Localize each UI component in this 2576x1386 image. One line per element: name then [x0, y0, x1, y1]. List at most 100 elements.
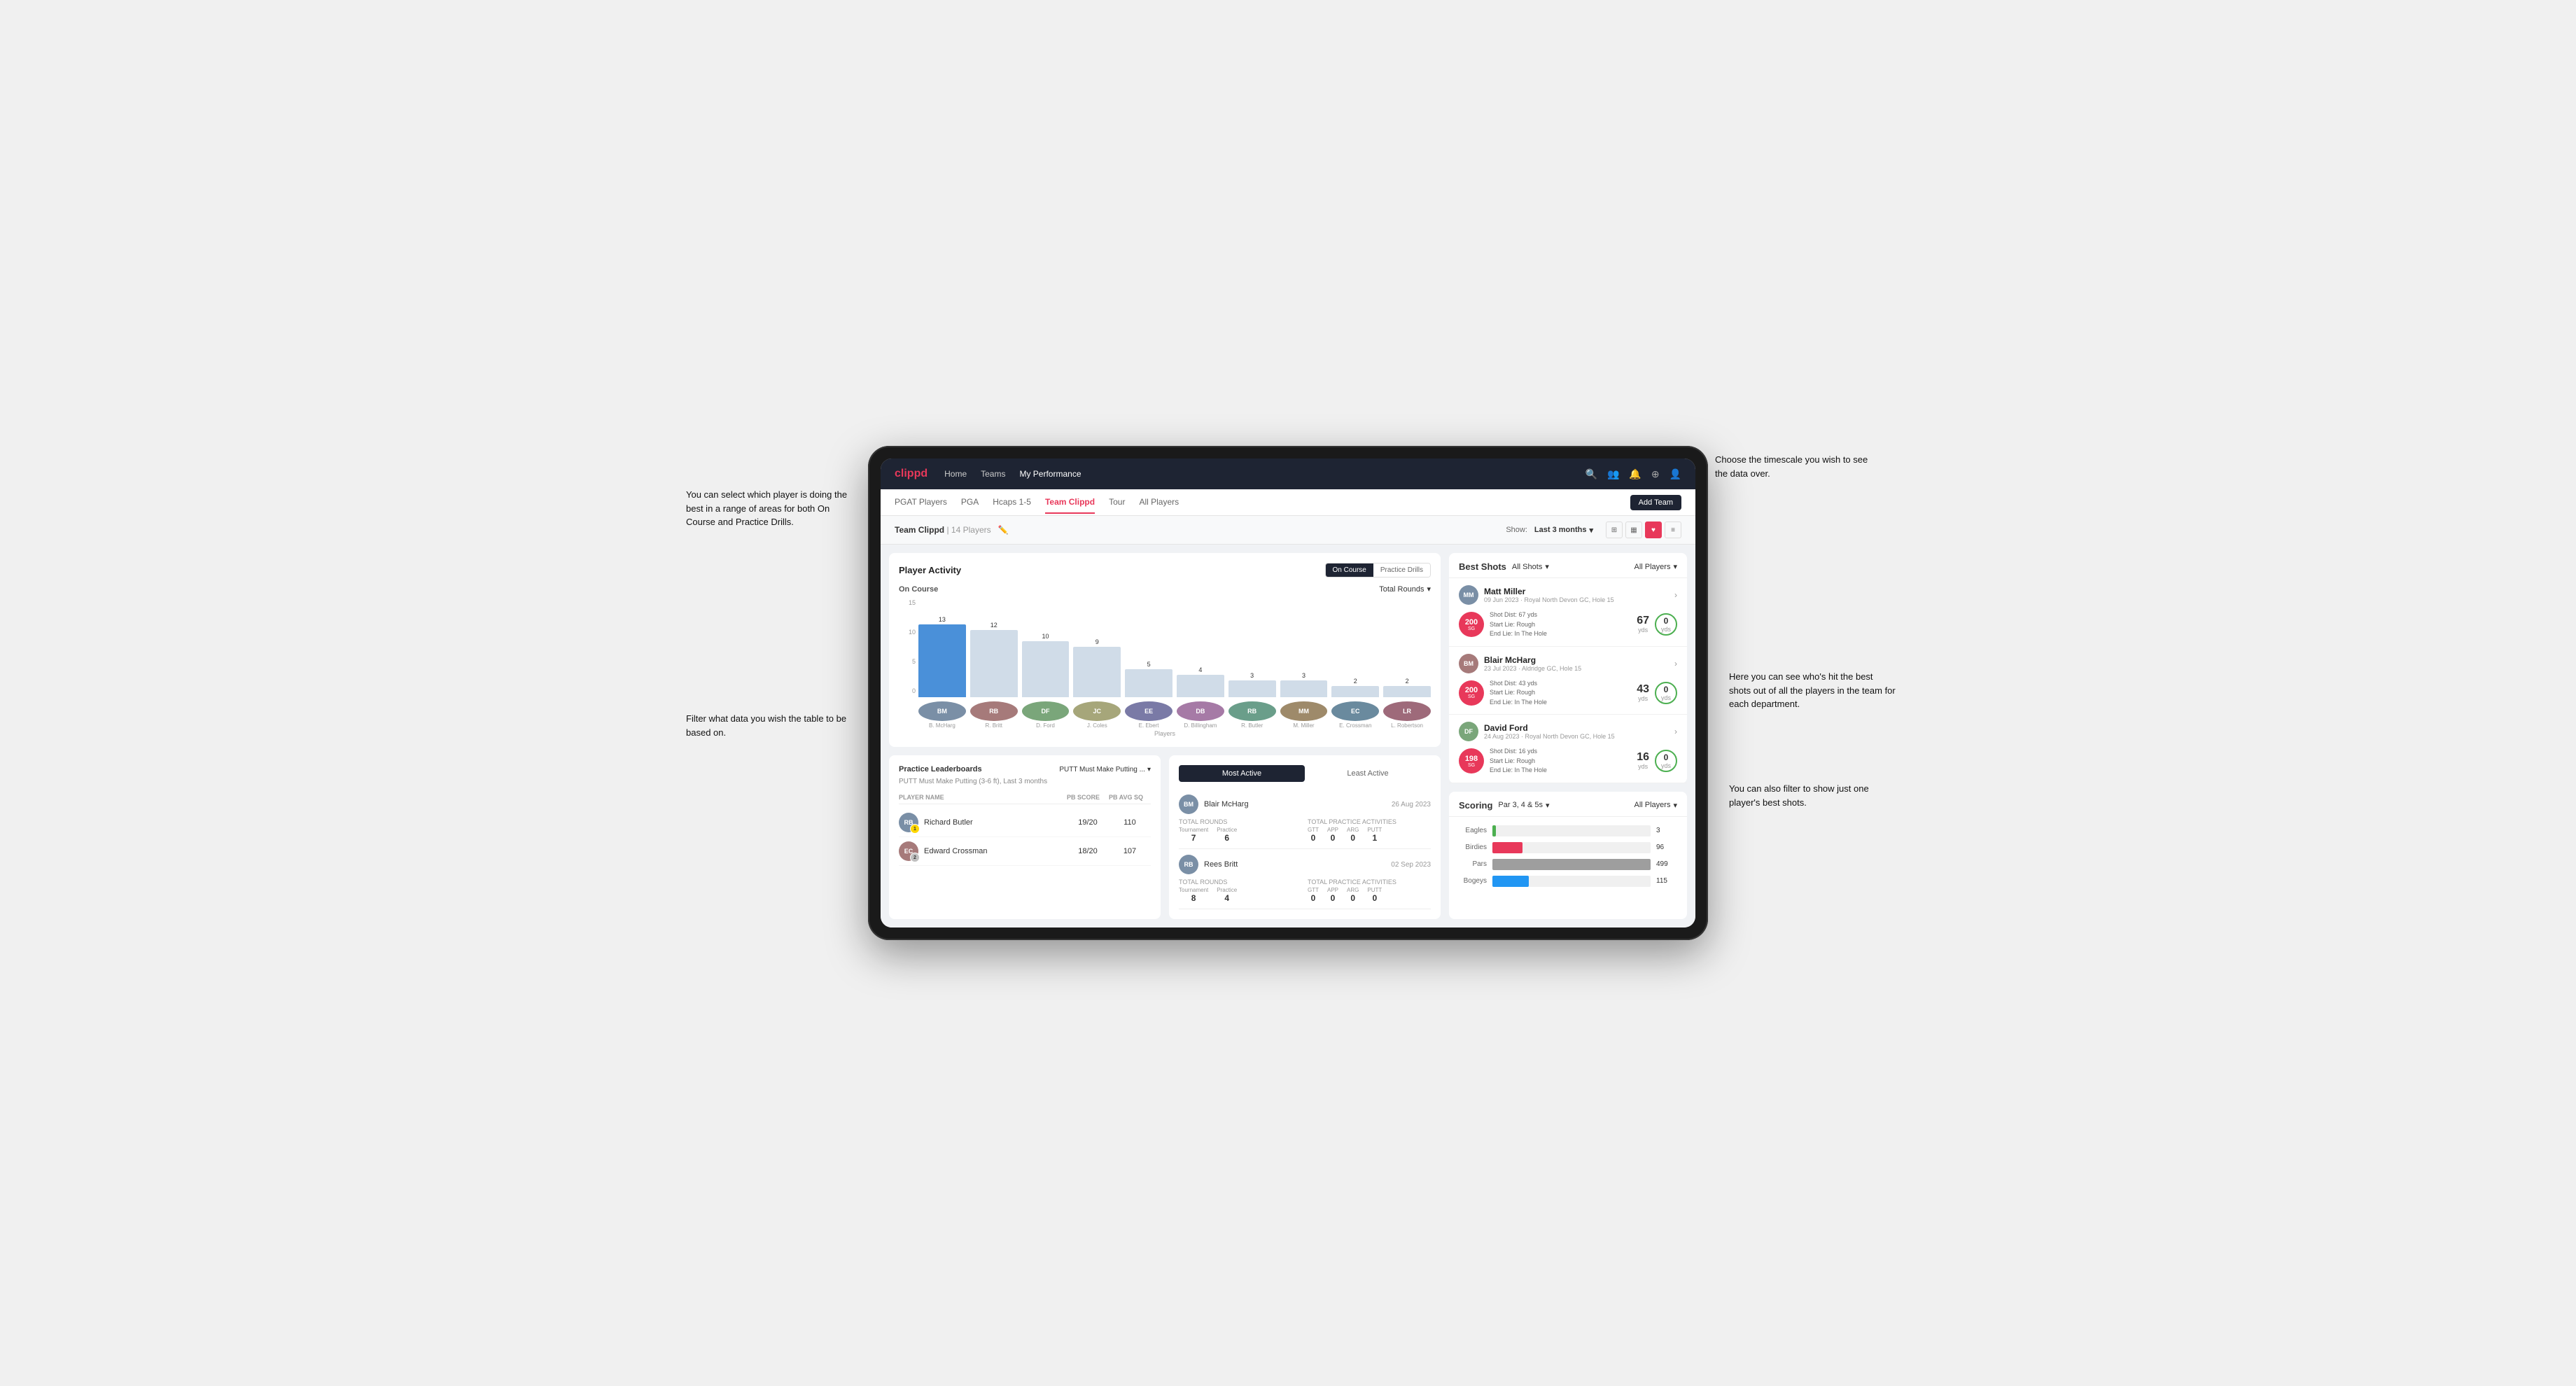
- card-view-button[interactable]: ♥: [1645, 522, 1662, 538]
- scoring-row: Bogeys 115: [1459, 876, 1677, 887]
- bar[interactable]: [1073, 647, 1121, 697]
- practice-label: Practice: [1217, 887, 1237, 893]
- col-player-name: PLAYER NAME: [899, 794, 1067, 801]
- pb-avg: 110: [1109, 818, 1151, 827]
- activity-player: RB Rees Britt 02 Sep 2023 Total Rounds T…: [1179, 849, 1431, 909]
- scoring-bar-fill: [1492, 825, 1496, 836]
- app-label: APP: [1327, 827, 1338, 833]
- plus-circle-icon[interactable]: ⊕: [1651, 468, 1660, 480]
- add-team-button[interactable]: Add Team: [1630, 495, 1681, 510]
- settings-view-button[interactable]: ≡: [1665, 522, 1681, 538]
- bar-group: 4: [1177, 666, 1224, 697]
- player-name: Richard Butler: [924, 818, 973, 827]
- nav-my-performance[interactable]: My Performance: [1019, 466, 1081, 482]
- team-header: Team Clippd | 14 Players ✏️ Show: Last 3…: [881, 516, 1695, 545]
- bar-group: 3: [1228, 672, 1276, 697]
- bar[interactable]: [918, 624, 966, 697]
- practice-label: Practice: [1217, 827, 1237, 833]
- bar[interactable]: [1280, 680, 1328, 697]
- tab-hcaps[interactable]: Hcaps 1-5: [993, 491, 1031, 514]
- arg-col: ARG 0: [1347, 827, 1359, 843]
- total-rounds-dropdown[interactable]: Total Rounds ▾: [1379, 584, 1431, 594]
- putt-label: PUTT: [1367, 827, 1382, 833]
- shot-row[interactable]: DF David Ford 24 Aug 2023 · Royal North …: [1449, 715, 1687, 783]
- bar-value: 3: [1250, 672, 1254, 679]
- gtt-label: GTT: [1308, 827, 1319, 833]
- activity-player-header: RB Rees Britt 02 Sep 2023: [1179, 855, 1431, 874]
- tab-pgat-players[interactable]: PGAT Players: [895, 491, 947, 514]
- nav-teams[interactable]: Teams: [981, 466, 1005, 482]
- tab-all-players[interactable]: All Players: [1139, 491, 1179, 514]
- tab-tour[interactable]: Tour: [1109, 491, 1125, 514]
- tablet-frame: clippd Home Teams My Performance 🔍 👥 🔔 ⊕…: [868, 446, 1708, 940]
- gtt-col: GTT 0: [1308, 827, 1319, 843]
- most-active-tab[interactable]: Most Active: [1179, 765, 1305, 782]
- scoring-bar-container: [1492, 876, 1651, 887]
- activity-players: BM Blair McHarg 26 Aug 2023 Total Rounds…: [1179, 789, 1431, 909]
- player-avatars: BMRBDFJCEEDBRBMMECLR: [899, 701, 1431, 721]
- leaderboard-card: Practice Leaderboards PUTT Must Make Put…: [889, 755, 1161, 919]
- bar[interactable]: [1228, 680, 1276, 697]
- bar-group: 12: [970, 622, 1018, 697]
- bar-value: 3: [1302, 672, 1306, 679]
- player-activity-header: Player Activity On Course Practice Drill…: [899, 563, 1431, 578]
- x-label-item: E. Crossman: [1331, 722, 1379, 729]
- right-panel: Best Shots All Shots ▾ All Players ▾ MM: [1449, 553, 1687, 919]
- show-label: Show:: [1506, 526, 1527, 534]
- bar[interactable]: [1022, 641, 1070, 697]
- bar-value: 4: [1198, 666, 1202, 673]
- activity-toggle-group: On Course Practice Drills: [1325, 563, 1431, 578]
- app-label: APP: [1327, 887, 1338, 893]
- bar[interactable]: [970, 630, 1018, 697]
- leaderboard-row[interactable]: RB 1 Richard Butler 19/20 110: [899, 808, 1151, 837]
- grid-view-button[interactable]: ⊞: [1606, 522, 1623, 538]
- practice-val: 6: [1217, 833, 1237, 843]
- nav-home[interactable]: Home: [944, 466, 967, 482]
- scoring-filter[interactable]: Par 3, 4 & 5s ▾: [1498, 801, 1549, 810]
- leaderboard-dropdown[interactable]: PUTT Must Make Putting ... ▾: [1059, 766, 1151, 774]
- practice-drills-toggle[interactable]: Practice Drills: [1373, 564, 1430, 577]
- shot-player-name: Blair McHarg: [1484, 655, 1581, 665]
- bell-icon[interactable]: 🔔: [1629, 468, 1641, 480]
- all-shots-filter[interactable]: All Shots ▾: [1512, 562, 1549, 571]
- bar-value: 5: [1147, 661, 1151, 668]
- player-activity-card: Player Activity On Course Practice Drill…: [889, 553, 1441, 747]
- edit-icon[interactable]: ✏️: [998, 525, 1009, 535]
- shot-row[interactable]: BM Blair McHarg 23 Jul 2023 · Aldridge G…: [1449, 647, 1687, 715]
- activity-player-avatar: RB: [1179, 855, 1198, 874]
- search-icon[interactable]: 🔍: [1586, 468, 1597, 480]
- on-course-toggle[interactable]: On Course: [1326, 564, 1373, 577]
- scoring-row: Birdies 96: [1459, 842, 1677, 853]
- chevron-down-icon: ▾: [1147, 766, 1151, 774]
- shot-end-lie: End Lie: In The Hole: [1490, 629, 1631, 639]
- bar-group: 10: [1022, 633, 1070, 697]
- shot-badge: 200 SG: [1459, 612, 1484, 637]
- tab-team-clippd[interactable]: Team Clippd: [1045, 491, 1095, 514]
- shot-row[interactable]: MM Matt Miller 09 Jun 2023 · Royal North…: [1449, 578, 1687, 647]
- user-avatar-icon[interactable]: 👤: [1670, 468, 1681, 480]
- x-label-item: D. Ford: [1022, 722, 1070, 729]
- chevron-right-icon: ›: [1674, 590, 1677, 600]
- bar-group: 5: [1125, 661, 1172, 697]
- shot-end-lie: End Lie: In The Hole: [1490, 698, 1631, 708]
- bar[interactable]: [1177, 675, 1224, 697]
- practice-col: Practice 4: [1217, 887, 1237, 903]
- total-practice-label: Total Practice Activities: [1308, 878, 1431, 886]
- list-view-button[interactable]: ▦: [1625, 522, 1642, 538]
- scoring-all-players-filter[interactable]: All Players ▾: [1634, 801, 1678, 810]
- scoring-row-count: 3: [1656, 827, 1677, 834]
- bar-value: 2: [1354, 678, 1357, 685]
- bar[interactable]: [1331, 686, 1379, 697]
- all-players-filter[interactable]: All Players ▾: [1634, 562, 1678, 571]
- bar[interactable]: [1383, 686, 1431, 697]
- activity-player-info: RB Rees Britt: [1179, 855, 1238, 874]
- leaderboard-row[interactable]: EC 2 Edward Crossman 18/20 107: [899, 837, 1151, 866]
- arg-label: ARG: [1347, 827, 1359, 833]
- best-shots-title: Best Shots: [1459, 561, 1506, 572]
- bar[interactable]: [1125, 669, 1172, 697]
- users-icon[interactable]: 👥: [1607, 468, 1619, 480]
- best-shots-card: Best Shots All Shots ▾ All Players ▾ MM: [1449, 553, 1687, 783]
- least-active-tab[interactable]: Least Active: [1305, 765, 1431, 782]
- tab-pga[interactable]: PGA: [961, 491, 979, 514]
- period-dropdown[interactable]: Last 3 months ▾: [1534, 526, 1593, 535]
